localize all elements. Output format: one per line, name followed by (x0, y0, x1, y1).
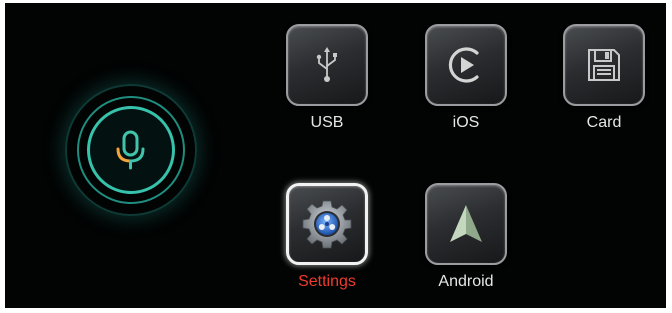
floppy-disk-icon (588, 49, 620, 81)
usb-button[interactable] (286, 24, 368, 106)
card-label: Card (586, 114, 622, 131)
ios-label: iOS (452, 114, 480, 131)
settings-button[interactable] (286, 183, 368, 265)
microphone-icon (116, 130, 145, 170)
ios-button[interactable] (425, 24, 507, 106)
usb-icon (316, 47, 337, 82)
voice-assistant-button[interactable] (65, 84, 197, 216)
usb-label: USB (310, 114, 344, 131)
android-label: Android (438, 273, 494, 290)
android-auto-icon (450, 205, 482, 242)
android-button[interactable] (425, 183, 507, 265)
card-button[interactable] (563, 24, 645, 106)
settings-label: Settings (298, 273, 356, 290)
launcher-screen: USB iOS Card Settings Android (5, 3, 666, 308)
gear-icon (302, 200, 352, 249)
carplay-play-icon (448, 47, 479, 83)
